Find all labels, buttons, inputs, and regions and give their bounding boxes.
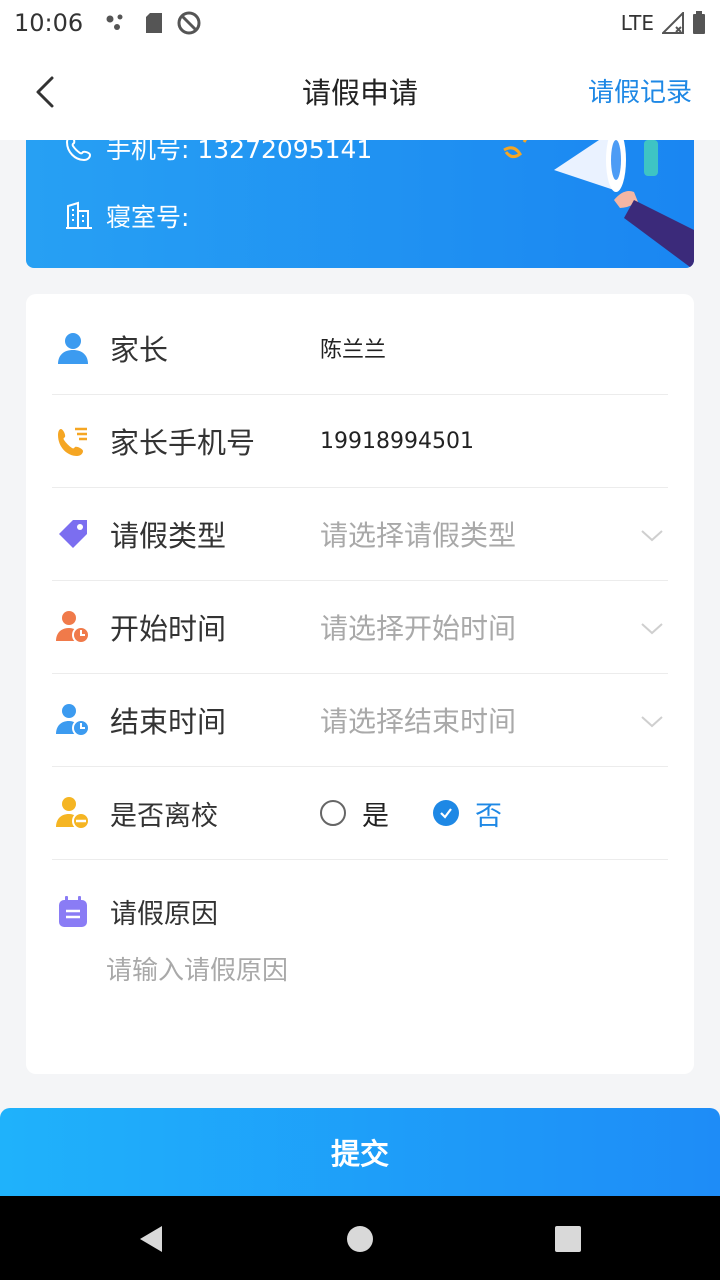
radio-yes-label: 是 [362,800,389,832]
parent-phone-value: 19918994501 [320,428,474,454]
leave-form-card: 家长 陈兰兰 家长手机号 19918994501 请假类型 请选择请假类型 开始… [26,294,694,1074]
chevron-down-icon [641,530,663,542]
assistant-icon [106,14,123,30]
no-disturb-icon [177,11,201,35]
building-icon [66,201,92,229]
megaphone-illustration [503,130,694,268]
user-minus-icon [54,794,92,832]
leave-type-select[interactable]: 请选择请假类型 [320,514,516,554]
leave-school-radio-group: 是 否 [320,794,546,833]
end-time-label: 结束时间 [110,705,227,739]
signal-icon [662,12,684,34]
radio-no[interactable]: 否 [433,794,502,833]
status-right: LTE [621,11,706,35]
radio-no-circle[interactable] [433,800,459,826]
reason-input[interactable] [106,950,646,1050]
leave-type-label: 请假类型 [110,519,227,553]
parent-phone-label: 家长手机号 [110,426,256,460]
parent-phone-row: 家长手机号 19918994501 [52,395,668,488]
check-icon [440,808,452,819]
leave-record-link[interactable]: 请假记录 [588,46,692,140]
start-time-label: 开始时间 [110,612,227,646]
start-time-select[interactable]: 请选择开始时间 [320,607,516,647]
chevron-down-icon [641,716,663,728]
radio-yes-circle[interactable] [320,800,346,826]
end-time-select[interactable]: 请选择结束时间 [320,700,516,740]
start-time-row[interactable]: 开始时间 请选择开始时间 [52,581,668,674]
user-icon [54,329,92,367]
user-clock-icon [54,701,92,739]
tag-icon [54,515,92,553]
leave-school-row: 是否离校 是 否 [52,767,668,860]
reason-title-row: 请假原因 [54,892,218,931]
chevron-down-icon [641,623,663,635]
nav-home-icon[interactable] [345,1224,375,1254]
reason-label: 请假原因 [110,899,218,930]
banner-dorm-row: 寝室号: [64,198,189,234]
user-clock-icon [54,608,92,646]
sd-card-icon [146,13,163,33]
status-bar: 10:06 LTE [0,0,720,46]
battery-icon [693,11,705,34]
network-label: LTE [620,11,654,35]
end-time-row[interactable]: 结束时间 请选择结束时间 [52,674,668,767]
parent-label: 家长 [110,333,169,367]
nav-recents-icon[interactable] [553,1224,583,1254]
status-time: 10:06 [14,9,84,37]
title-bar: 请假申请 请假记录 [0,46,720,140]
leave-type-row[interactable]: 请假类型 请选择请假类型 [52,488,668,581]
phone-list-icon [54,422,92,460]
system-nav-bar [0,1196,720,1280]
banner-dorm-text: 寝室号: [106,203,190,232]
leave-school-label: 是否离校 [110,800,218,832]
submit-button[interactable]: 提交 [0,1108,720,1196]
nav-back-icon[interactable] [136,1224,166,1254]
parent-value: 陈兰兰 [320,338,387,363]
parent-row: 家长 陈兰兰 [52,302,668,395]
radio-yes[interactable]: 是 [320,794,389,833]
radio-no-label: 否 [475,800,502,832]
note-icon [54,893,92,931]
status-icons [105,11,201,35]
